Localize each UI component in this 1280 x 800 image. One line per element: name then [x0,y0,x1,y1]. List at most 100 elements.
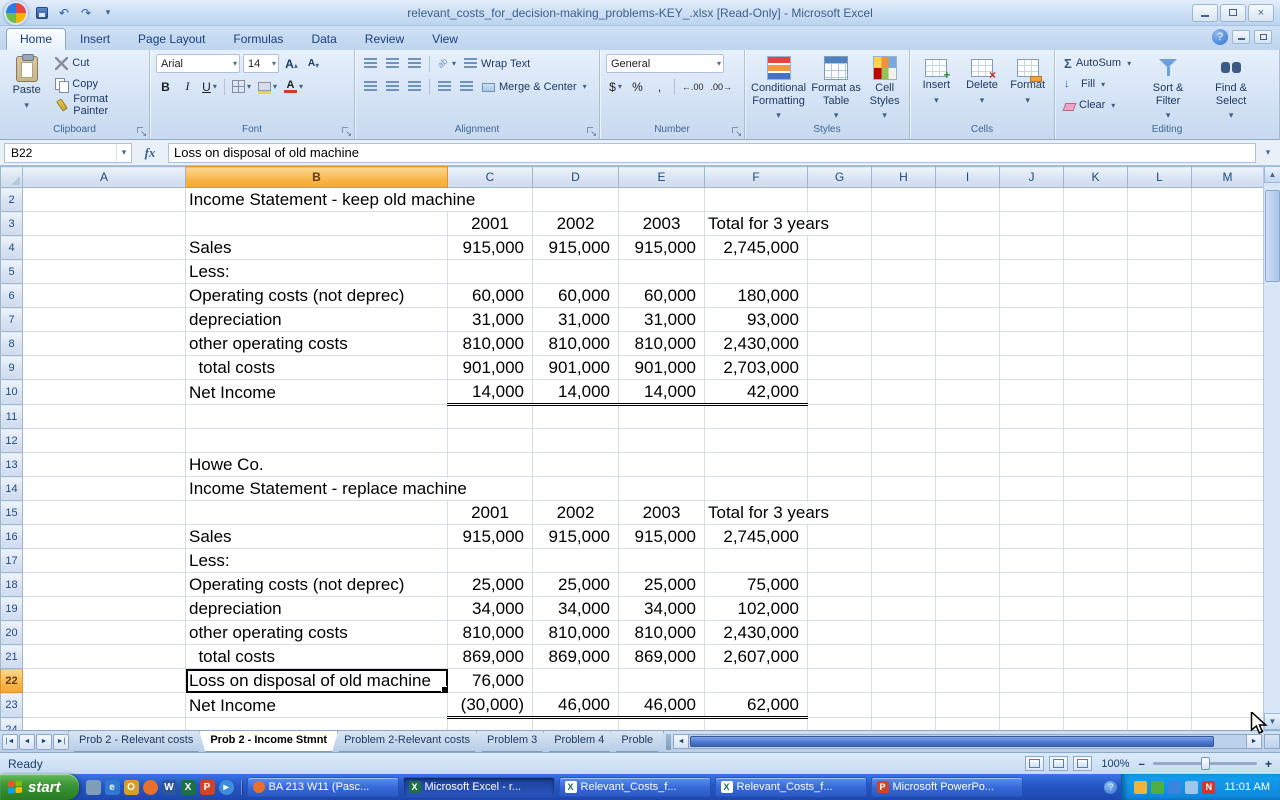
cell-G23[interactable] [808,693,872,718]
cell-A24[interactable] [23,718,186,731]
cell-G18[interactable] [808,573,872,597]
cell-B10[interactable]: Net Income [186,380,448,405]
cell-M22[interactable] [1192,669,1264,693]
cell-D14[interactable] [533,477,619,501]
wrap-text-button[interactable]: Wrap Text [461,55,533,73]
cell-J2[interactable] [1000,188,1064,212]
cut-button[interactable]: Cut [52,54,143,72]
cell-G14[interactable] [808,477,872,501]
cell-C11[interactable] [448,405,533,429]
network-icon[interactable] [1168,781,1181,794]
format-painter-button[interactable]: Format Painter [52,96,143,114]
fill-button[interactable]: Fill [1061,75,1134,93]
cell-A16[interactable] [23,525,186,549]
first-sheet-button[interactable] [2,734,18,750]
increase-indent-button[interactable] [457,77,476,96]
cell-E24[interactable] [619,718,705,731]
cell-C7[interactable]: 31,000 [448,308,533,332]
orientation-button[interactable] [435,54,458,73]
cell-A13[interactable] [23,453,186,477]
show-desktop-icon[interactable] [86,780,101,795]
cell-M18[interactable] [1192,573,1264,597]
previous-sheet-button[interactable] [19,734,35,750]
cell-D5[interactable] [533,260,619,284]
cell-K17[interactable] [1064,549,1128,573]
start-button[interactable]: start [0,774,79,800]
cell-L3[interactable] [1128,212,1192,236]
font-size-select[interactable]: 14 [243,54,279,73]
cell-H19[interactable] [872,597,936,621]
cell-M14[interactable] [1192,477,1264,501]
cell-K18[interactable] [1064,573,1128,597]
cell-F18[interactable]: 75,000 [705,573,808,597]
cell-H23[interactable] [872,693,936,718]
cell-G24[interactable] [808,718,872,731]
cell-M20[interactable] [1192,621,1264,645]
column-header-E[interactable]: E [619,167,705,188]
cell-D10[interactable]: 14,000 [533,380,619,405]
cell-C6[interactable]: 60,000 [448,284,533,308]
cell-L20[interactable] [1128,621,1192,645]
cell-L5[interactable] [1128,260,1192,284]
cell-C13[interactable] [448,453,533,477]
borders-button[interactable] [230,77,253,96]
row-header-17[interactable]: 17 [1,549,23,573]
cell-E2[interactable] [619,188,705,212]
cell-H12[interactable] [872,429,936,453]
cell-M23[interactable] [1192,693,1264,718]
cell-L7[interactable] [1128,308,1192,332]
cell-B22[interactable]: Loss on disposal of old machine [186,669,448,693]
cell-L2[interactable] [1128,188,1192,212]
cell-I21[interactable] [936,645,1000,669]
formula-input[interactable]: Loss on disposal of old machine [168,143,1256,163]
cell-H11[interactable] [872,405,936,429]
cell-C20[interactable]: 810,000 [448,621,533,645]
autosum-button[interactable]: ΣAutoSum [1061,54,1134,72]
cell-B4[interactable]: Sales [186,236,448,260]
cell-K11[interactable] [1064,405,1128,429]
cell-I24[interactable] [936,718,1000,731]
accounting-format-button[interactable]: $ [606,77,625,96]
cell-L15[interactable] [1128,501,1192,525]
cell-E5[interactable] [619,260,705,284]
cell-D3[interactable]: 2002 [533,212,619,236]
cell-J10[interactable] [1000,380,1064,405]
cell-F4[interactable]: 2,745,000 [705,236,808,260]
cell-K12[interactable] [1064,429,1128,453]
increase-decimal-button[interactable]: ←.00 [680,77,706,96]
row-header-14[interactable]: 14 [1,477,23,501]
cell-M9[interactable] [1192,356,1264,380]
font-dialog-launcher[interactable] [342,127,352,137]
cell-M19[interactable] [1192,597,1264,621]
cell-E17[interactable] [619,549,705,573]
cell-E19[interactable]: 34,000 [619,597,705,621]
column-header-G[interactable]: G [808,167,872,188]
cell-J12[interactable] [1000,429,1064,453]
cell-E11[interactable] [619,405,705,429]
word-icon[interactable]: W [162,780,177,795]
cell-C21[interactable]: 869,000 [448,645,533,669]
cell-C15[interactable]: 2001 [448,501,533,525]
scroll-down-button[interactable] [1264,713,1280,730]
cell-M8[interactable] [1192,332,1264,356]
cell-J9[interactable] [1000,356,1064,380]
middle-align-button[interactable] [383,54,402,73]
cell-M24[interactable] [1192,718,1264,731]
insert-function-button[interactable]: fx [136,143,164,163]
tab-split-handle[interactable] [666,734,671,750]
cell-E12[interactable] [619,429,705,453]
ribbon-tab-data[interactable]: Data [297,28,350,50]
align-left-button[interactable] [361,77,380,96]
horizontal-scrollbar-thumb[interactable] [690,736,1213,747]
zoom-slider[interactable] [1153,762,1257,765]
cell-K2[interactable] [1064,188,1128,212]
cell-A11[interactable] [23,405,186,429]
cell-K15[interactable] [1064,501,1128,525]
cell-D17[interactable] [533,549,619,573]
cell-I20[interactable] [936,621,1000,645]
row-header-9[interactable]: 9 [1,356,23,380]
cell-H18[interactable] [872,573,936,597]
cell-F22[interactable] [705,669,808,693]
cell-C9[interactable]: 901,000 [448,356,533,380]
column-header-B[interactable]: B [186,167,448,188]
